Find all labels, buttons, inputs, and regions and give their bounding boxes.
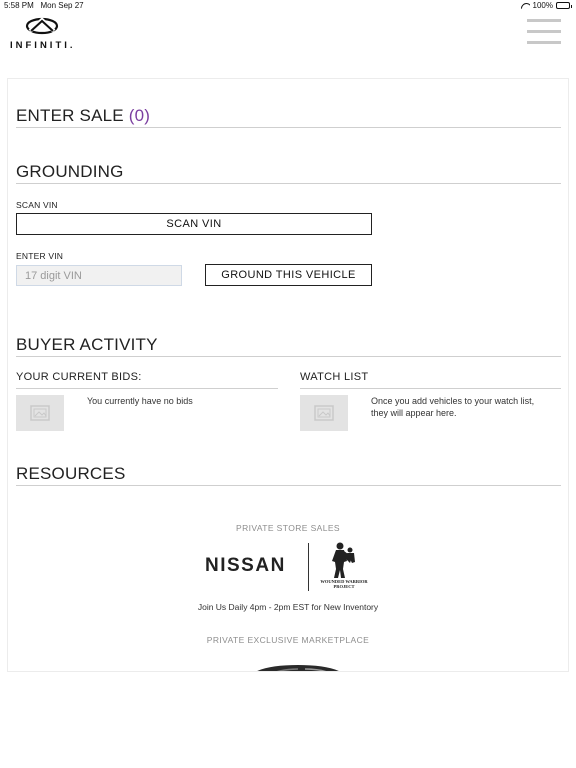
battery-percent: 100% — [532, 1, 553, 10]
image-placeholder-icon — [314, 405, 334, 421]
bid-thumbnail — [16, 395, 64, 431]
wifi-icon — [521, 2, 530, 9]
ground-vehicle-button[interactable]: GROUND THIS VEHICLE — [205, 264, 372, 286]
brand-wordmark: INFINITI. — [10, 40, 76, 51]
status-time: 5:58 PM Mon Sep 27 — [4, 1, 84, 10]
divider — [16, 388, 278, 389]
logo-divider — [308, 543, 309, 591]
private-exclusive-marketplace-label: PRIVATE EXCLUSIVE MARKETPLACE — [206, 635, 370, 645]
infiniti-logo[interactable]: INFINITI. — [8, 16, 82, 52]
scan-vin-label: SCAN VIN — [16, 200, 58, 210]
status-right: 100% — [521, 1, 572, 10]
buyer-activity-title: BUYER ACTIVITY — [16, 335, 158, 354]
divider — [300, 388, 561, 389]
no-bids-message: You currently have no bids — [87, 396, 193, 406]
divider — [16, 183, 561, 184]
current-bids-title: YOUR CURRENT BIDS: — [16, 371, 142, 383]
enter-sale-title[interactable]: ENTER SALE (0) — [16, 106, 150, 126]
watch-list-empty-message: Once you add vehicles to your watch list… — [371, 396, 535, 418]
hamburger-menu-icon[interactable] — [527, 19, 561, 45]
resources-title: RESOURCES — [16, 464, 126, 483]
enter-sale-count: (0) — [128, 106, 151, 125]
private-store-sales-label: PRIVATE STORE SALES — [236, 523, 340, 533]
divider — [16, 127, 561, 128]
divider — [16, 356, 561, 357]
watch-thumbnail — [300, 395, 348, 431]
vin-input[interactable]: 17 digit VIN — [16, 265, 182, 286]
infiniti-logo-icon — [25, 17, 59, 35]
divider — [16, 485, 561, 486]
dashboard-card: ENTER SALE (0) GROUNDING SCAN VIN SCAN V… — [7, 78, 569, 672]
wounded-warrior-text: WOUNDED WARRIOR PROJECT — [320, 579, 368, 589]
grounding-title: GROUNDING — [16, 162, 124, 181]
private-store-caption: Join Us Daily 4pm - 2pm EST for New Inve… — [197, 602, 379, 612]
status-bar: 5:58 PM Mon Sep 27 100% — [0, 0, 576, 12]
enter-vin-label: ENTER VIN — [16, 251, 64, 261]
wounded-warrior-logo-icon — [332, 542, 355, 578]
wounded-warrior-logo[interactable]: WOUNDED WARRIOR PROJECT — [314, 541, 374, 595]
battery-icon — [556, 2, 572, 9]
watch-list-title: WATCH LIST — [300, 371, 369, 383]
vehicle-image[interactable] — [243, 659, 353, 672]
scan-vin-button[interactable]: SCAN VIN — [16, 213, 372, 235]
nissan-logo[interactable]: NISSAN — [205, 555, 286, 577]
image-placeholder-icon — [30, 405, 50, 421]
